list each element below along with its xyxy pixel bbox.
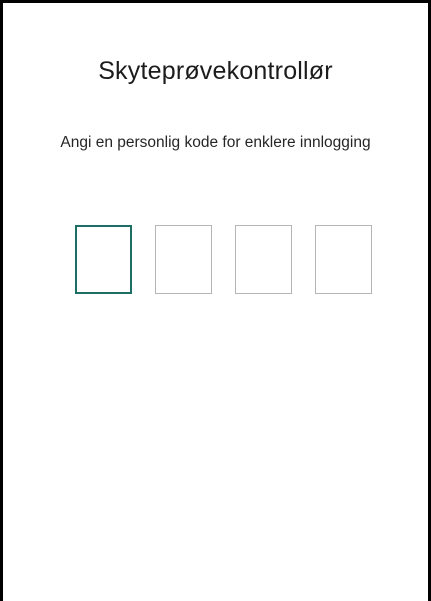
pin-instruction-text: Angi en personlig kode for enklere innlo…: [60, 134, 371, 151]
pin-digit-3-input[interactable]: [235, 225, 292, 294]
pin-digit-2-input[interactable]: [155, 225, 212, 294]
app-window: Skyteprøvekontrollør Angi en personlig k…: [0, 0, 431, 601]
page-title: Skyteprøvekontrollør: [98, 57, 333, 85]
pin-digit-1-input[interactable]: [75, 225, 132, 294]
pin-code-input-group: [75, 225, 372, 294]
pin-digit-4-input[interactable]: [315, 225, 372, 294]
